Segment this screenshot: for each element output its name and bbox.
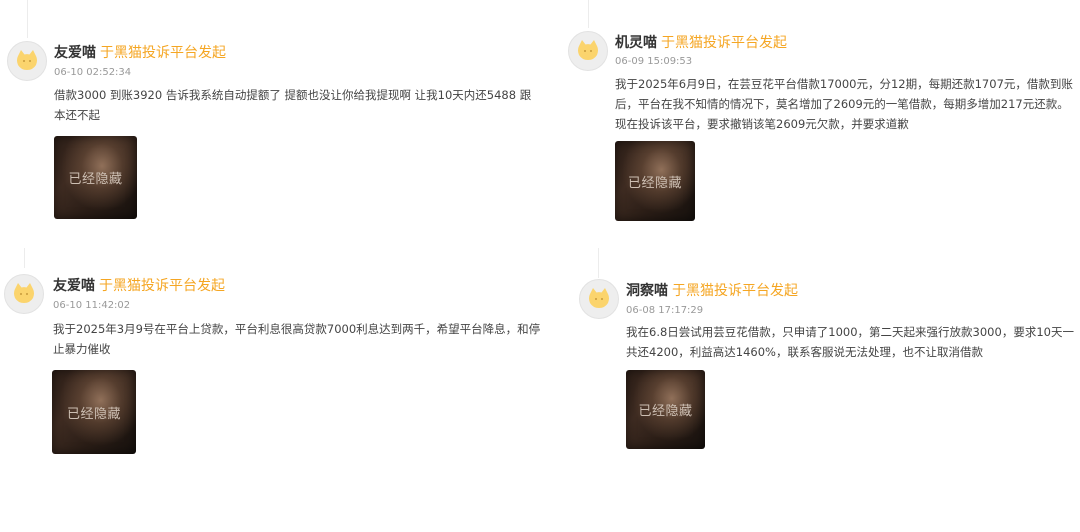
user-avatar[interactable] <box>579 279 619 319</box>
source-label: 于黑猫投诉平台发起 <box>661 35 787 51</box>
complaint-card[interactable]: 机灵喵 于黑猫投诉平台发起 06-09 15:09:53 我于2025年6月9日，… <box>560 0 1080 240</box>
timestamp: 06-10 02:52:34 <box>54 67 132 78</box>
username[interactable]: 机灵喵 <box>615 35 657 51</box>
hidden-label: 已经隐藏 <box>66 406 121 422</box>
hidden-image-thumbnail[interactable]: 已经隐藏 <box>54 136 137 219</box>
username[interactable]: 洞察喵 <box>626 283 668 299</box>
cat-avatar-icon <box>589 288 609 308</box>
hidden-image-thumbnail[interactable]: 已经隐藏 <box>615 141 695 221</box>
complaint-text[interactable]: 我于2025年3月9号在平台上贷款，平台利息很高贷款7000利息达到两千，希望平… <box>53 319 545 359</box>
complaint-text[interactable]: 我于2025年6月9日，在芸豆花平台借款17000元，分12期，每期还款1707… <box>615 74 1078 134</box>
timestamp: 06-10 11:42:02 <box>53 300 131 311</box>
hidden-image-thumbnail[interactable]: 已经隐藏 <box>626 370 705 449</box>
user-avatar[interactable] <box>568 31 608 71</box>
hidden-label: 已经隐藏 <box>68 172 123 187</box>
complaint-card[interactable]: 友爱喵 于黑猫投诉平台发起 06-10 11:42:02 我于2025年3月9号在… <box>0 248 560 488</box>
hidden-label: 已经隐藏 <box>627 175 682 191</box>
complaint-card[interactable]: 洞察喵 于黑猫投诉平台发起 06-08 17:17:29 我在6.8日尝试用芸豆花… <box>560 248 1080 488</box>
complaint-text[interactable]: 我在6.8日尝试用芸豆花借款，只申请了1000，第二天起来强行放款3000，要求… <box>626 322 1078 362</box>
cat-avatar-icon <box>578 40 598 60</box>
hidden-label: 已经隐藏 <box>638 404 693 419</box>
card-header: 友爱喵 于黑猫投诉平台发起 <box>53 277 225 295</box>
timestamp: 06-08 17:17:29 <box>626 305 704 316</box>
card-header: 洞察喵 于黑猫投诉平台发起 <box>626 282 798 300</box>
source-label: 于黑猫投诉平台发起 <box>672 283 798 299</box>
card-header: 机灵喵 于黑猫投诉平台发起 <box>615 34 787 52</box>
complaint-card[interactable]: 友爱喵 于黑猫投诉平台发起 06-10 02:52:34 借款3000 到账392… <box>0 0 540 240</box>
cat-avatar-icon <box>14 283 34 303</box>
username[interactable]: 友爱喵 <box>54 45 96 61</box>
source-label: 于黑猫投诉平台发起 <box>99 278 225 294</box>
timestamp: 06-09 15:09:53 <box>615 56 693 67</box>
cat-avatar-icon <box>17 50 37 70</box>
source-label: 于黑猫投诉平台发起 <box>100 45 226 61</box>
complaint-text[interactable]: 借款3000 到账3920 告诉我系统自动提额了 提额也没让你给我提现啊 让我1… <box>54 85 536 125</box>
user-avatar[interactable] <box>7 41 47 81</box>
card-header: 友爱喵 于黑猫投诉平台发起 <box>54 44 226 62</box>
user-avatar[interactable] <box>4 274 44 314</box>
hidden-image-thumbnail[interactable]: 已经隐藏 <box>52 370 136 454</box>
username[interactable]: 友爱喵 <box>53 278 95 294</box>
